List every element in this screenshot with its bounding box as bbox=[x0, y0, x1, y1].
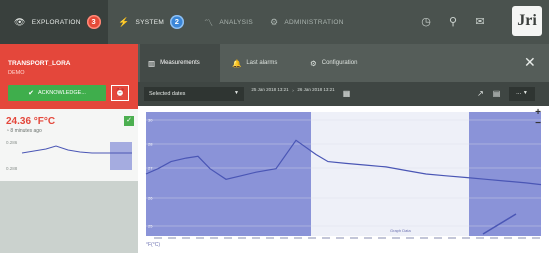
nav-tab-label: SYSTEM bbox=[135, 18, 165, 26]
x-tick-mark bbox=[462, 237, 470, 239]
x-tick-mark bbox=[308, 237, 316, 239]
device-name: TRANSPORT_LORA bbox=[8, 60, 71, 67]
x-tick-mark bbox=[434, 237, 442, 239]
notification-badge: 3 bbox=[86, 15, 101, 29]
mail-icon[interactable]: ✉ bbox=[472, 14, 488, 30]
y-tick-label: 28 bbox=[148, 142, 153, 147]
close-icon[interactable]: ✕ bbox=[524, 54, 536, 71]
device-subtitle: DEMO bbox=[8, 70, 25, 76]
nav-tab-label: EXPLORATION bbox=[31, 18, 81, 26]
more-options-button[interactable]: ... ▼ bbox=[509, 87, 535, 101]
x-tick-mark bbox=[266, 237, 274, 239]
tab-label: Measurements bbox=[160, 60, 200, 66]
bell-icon: 🔔 bbox=[232, 58, 242, 68]
more-label: ... bbox=[516, 90, 522, 96]
check-icon: ✔ bbox=[28, 90, 34, 97]
x-tick-mark bbox=[532, 237, 540, 239]
date-to[interactable]: 26 Jan 2018 13:21 bbox=[296, 87, 336, 93]
clock-icon[interactable]: ◷ bbox=[418, 14, 434, 30]
chart-band-1 bbox=[469, 112, 541, 236]
sparkline-band bbox=[110, 142, 132, 170]
x-tick-mark bbox=[448, 237, 456, 239]
table-view-icon[interactable]: ▤ bbox=[490, 88, 503, 100]
x-tick-mark bbox=[168, 237, 176, 239]
caret-down-icon: ▼ bbox=[234, 90, 239, 96]
x-tick-mark bbox=[322, 237, 330, 239]
nav-tab-label: ADMINISTRATION bbox=[284, 18, 344, 26]
measurement-chart[interactable]: 30 28 27 26 25 °F(°C) Graph Data + − bbox=[138, 106, 549, 253]
brand-logo: Jri bbox=[512, 6, 542, 36]
sensor-sparkline bbox=[21, 142, 132, 170]
zoom-out-button[interactable]: − bbox=[533, 119, 543, 129]
tab-label: Configuration bbox=[321, 60, 358, 66]
nav-tab-label: ANALYSIS bbox=[219, 18, 254, 26]
x-tick-mark bbox=[336, 237, 344, 239]
x-tick-mark bbox=[364, 237, 372, 239]
admin-icon: ⚙ bbox=[270, 16, 279, 27]
y-tick-label: 30 bbox=[148, 118, 153, 123]
x-tick-mark bbox=[252, 237, 260, 239]
acknowledge-button[interactable]: ✔ ACKNOWLEDGE... bbox=[8, 85, 106, 101]
nav-tab-system[interactable]: ⚡ SYSTEM 2 bbox=[110, 0, 194, 44]
gear-icon: ⚙ bbox=[310, 58, 317, 68]
tab-last-alarms[interactable]: 🔔 Last alarms bbox=[222, 44, 297, 82]
x-tick-mark bbox=[196, 237, 204, 239]
tab-configuration[interactable]: ⚙ Configuration bbox=[300, 44, 380, 82]
chart-line-icon: 〽 bbox=[204, 17, 214, 28]
tab-measurements[interactable]: ▥ Measurements bbox=[140, 44, 220, 82]
axis-label: Graph Data bbox=[390, 228, 411, 233]
line-chart-icon[interactable]: ↗ bbox=[474, 88, 487, 100]
nav-tab-administration[interactable]: ⚙ ADMINISTRATION bbox=[262, 0, 362, 44]
date-range-value: Selected dates bbox=[149, 91, 186, 97]
x-tick-mark bbox=[378, 237, 386, 239]
x-tick-mark bbox=[294, 237, 302, 239]
nav-tab-analysis[interactable]: 〽 ANALYSIS bbox=[196, 0, 260, 44]
x-tick-mark bbox=[280, 237, 288, 239]
notification-badge: 2 bbox=[170, 15, 185, 29]
legend-label: °F(°C) bbox=[146, 242, 160, 248]
bar-chart-icon: ▥ bbox=[148, 58, 156, 68]
lightning-icon: ⚡ bbox=[118, 16, 130, 27]
y-tick-label: 25 bbox=[148, 224, 153, 229]
chart-canvas: 30 28 27 26 25 °F(°C) Graph Data bbox=[138, 106, 549, 253]
chart-band-0 bbox=[146, 112, 311, 236]
x-tick-mark bbox=[154, 237, 162, 239]
x-tick-mark bbox=[238, 237, 246, 239]
x-tick-mark bbox=[350, 237, 358, 239]
acknowledge-label: ACKNOWLEDGE... bbox=[37, 90, 86, 96]
caret-down-icon: ▼ bbox=[522, 90, 528, 96]
nav-tab-exploration[interactable]: 👁 EXPLORATION 3 bbox=[0, 0, 108, 44]
x-tick-mark bbox=[406, 237, 414, 239]
eye-icon: 👁 bbox=[14, 16, 26, 27]
calendar-icon[interactable]: ▦ bbox=[340, 88, 353, 100]
y-tick-label: 26 bbox=[148, 196, 153, 201]
x-tick-mark bbox=[518, 237, 526, 239]
x-tick-mark bbox=[476, 237, 484, 239]
x-tick-mark bbox=[420, 237, 428, 239]
user-icon[interactable]: ⚲ bbox=[445, 14, 461, 30]
tab-label: Last alarms bbox=[246, 60, 278, 66]
x-tick-mark bbox=[504, 237, 512, 239]
x-tick-mark bbox=[210, 237, 218, 239]
y-tick-label: 27 bbox=[148, 166, 153, 171]
alarm-clock-button[interactable]: ⏰ bbox=[111, 85, 129, 101]
x-tick-mark bbox=[182, 237, 190, 239]
date-range-select[interactable]: Selected dates ▼ bbox=[144, 87, 244, 101]
alarm-clock-icon: ⏰ bbox=[115, 88, 125, 97]
date-from[interactable]: 25 Jan 2018 13:21 bbox=[250, 87, 290, 93]
zoom-in-button[interactable]: + bbox=[533, 108, 543, 118]
x-tick-mark bbox=[490, 237, 498, 239]
x-tick-mark bbox=[392, 237, 400, 239]
x-tick-mark bbox=[224, 237, 232, 239]
